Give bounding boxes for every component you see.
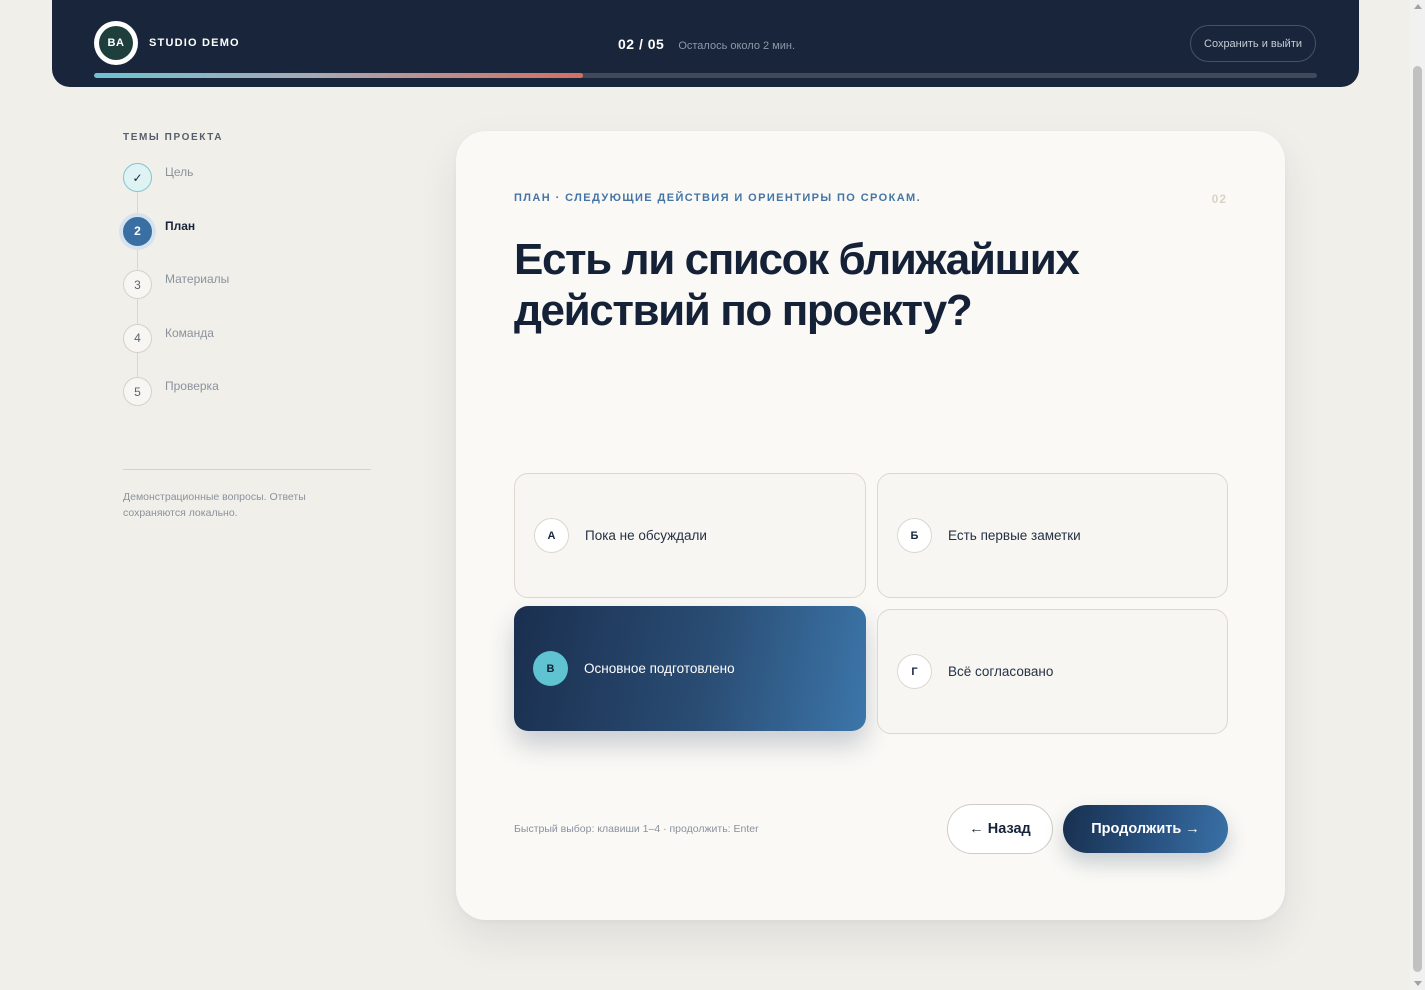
step-label: Проверка (165, 379, 219, 393)
scroll-down-arrow-icon[interactable] (1414, 981, 1422, 986)
option-text: Есть первые заметки (948, 528, 1081, 543)
option-letter-badge: А (534, 518, 569, 553)
step-label: Материалы (165, 272, 230, 286)
keyboard-hint: Быстрый выбор: клавиши 1–4 · продолжить:… (514, 823, 759, 835)
option-letter-badge: В (533, 651, 568, 686)
sidebar-note: Демонстрационные вопросы. Ответы сохраня… (123, 490, 306, 519)
scrollbar-thumb[interactable] (1413, 66, 1422, 972)
sidebar-divider (123, 468, 371, 470)
option-text: Пока не обсуждали (585, 528, 707, 543)
question-title: Есть ли список ближайших действий по про… (514, 235, 1080, 335)
step-label: Команда (165, 325, 214, 340)
save-and-exit-button[interactable]: Сохранить и выйти (1190, 25, 1316, 62)
sidebar-title: ТЕМЫ ПРОЕКТА (123, 132, 224, 143)
question-number: 02 (1211, 192, 1227, 206)
sidebar-step-materials[interactable]: 3 Материалы (123, 270, 371, 324)
step-number: 5 (123, 377, 152, 406)
answer-option-b[interactable]: Б Есть первые заметки (877, 473, 1228, 598)
sidebar-step-goal[interactable]: ✓ Цель (123, 163, 371, 217)
top-bar: BA STUDIO DEMO 02 / 05 Осталось около 2 … (52, 0, 1359, 87)
sidebar-step-plan[interactable]: 2 План (123, 216, 371, 271)
back-button[interactable]: ← Назад (947, 804, 1053, 854)
option-text: Всё согласовано (948, 664, 1054, 679)
answer-option-a[interactable]: А Пока не обсуждали (514, 473, 866, 598)
sidebar: ТЕМЫ ПРОЕКТА ✓ Цель 2 План 3 Материалы 4… (123, 132, 371, 521)
scroll-up-arrow-icon[interactable] (1414, 4, 1422, 9)
avatar: BA (94, 21, 138, 65)
answer-option-g[interactable]: Г Всё согласовано (877, 609, 1228, 734)
time-remaining: Осталось около 2 мин. (678, 40, 796, 52)
step-counter: 02 / 05 (618, 36, 665, 52)
section-eyebrow: ПЛАН · СЛЕДУЮЩИЕ ДЕЙСТВИЯ И ОРИЕНТИРЫ ПО… (514, 192, 922, 204)
progress-bar (94, 73, 1317, 78)
brand-name: STUDIO DEMO (149, 37, 240, 49)
step-number: 2 (123, 216, 152, 246)
brand: BA STUDIO DEMO (94, 21, 240, 65)
step-number: 3 (123, 270, 152, 299)
sidebar-step-team[interactable]: 4 Команда (123, 323, 371, 378)
step-label: Цель (165, 165, 194, 179)
option-letter-badge: Г (897, 654, 932, 689)
check-icon: ✓ (123, 163, 152, 192)
option-text: Основное подготовлено (584, 661, 735, 676)
answer-option-v-selected[interactable]: В Основное подготовлено (514, 606, 866, 731)
progress-info: 02 / 05 Осталось около 2 мин. (618, 36, 795, 52)
option-letter-badge: Б (897, 518, 932, 553)
page-scrollbar[interactable] (1410, 0, 1425, 990)
question-card: ПЛАН · СЛЕДУЮЩИЕ ДЕЙСТВИЯ И ОРИЕНТИРЫ ПО… (456, 131, 1285, 920)
sidebar-step-review[interactable]: 5 Проверка (123, 377, 371, 431)
progress-bar-fill (94, 73, 584, 78)
step-label: План (165, 218, 196, 233)
step-number: 4 (123, 323, 152, 353)
continue-button[interactable]: Продолжить → (1063, 805, 1228, 853)
step-list: ✓ Цель 2 План 3 Материалы 4 Команда 5 Пр… (123, 163, 371, 431)
avatar-initials: BA (99, 26, 133, 60)
